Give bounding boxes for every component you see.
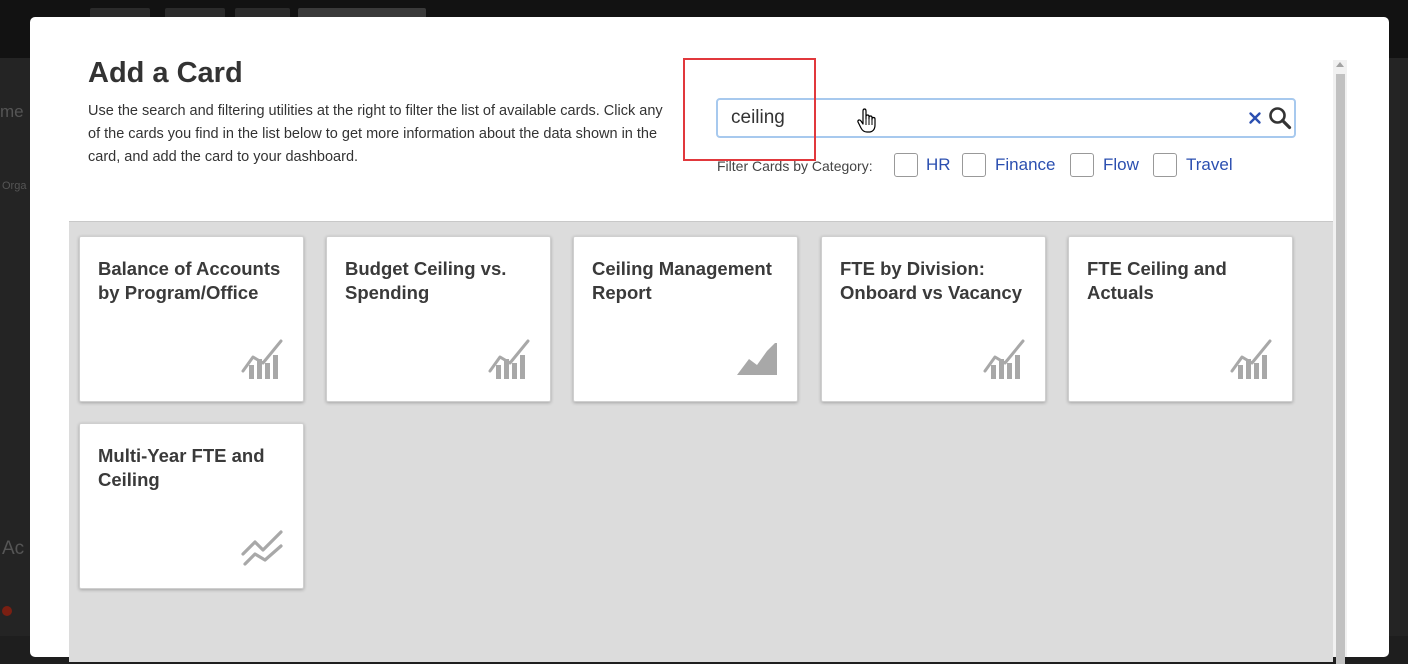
card-list: Balance of Accounts by Program/Office Bu…	[69, 221, 1333, 662]
card-title: Budget Ceiling vs. Spending	[345, 258, 507, 303]
filter-label: Filter Cards by Category:	[717, 158, 873, 174]
card-fte-by-division[interactable]: FTE by Division: Onboard vs Vacancy	[821, 236, 1046, 402]
multi-line-chart-icon	[241, 530, 283, 566]
filter-checkbox-flow[interactable]	[1070, 153, 1094, 177]
filter-checkbox-hr[interactable]	[894, 153, 918, 177]
hand-cursor-icon	[857, 108, 876, 133]
background-status-dot	[2, 606, 12, 616]
add-card-modal: Add a Card Use the search and filtering …	[30, 17, 1389, 664]
clear-search-icon[interactable]	[1248, 111, 1262, 125]
filter-label-flow[interactable]: Flow	[1103, 155, 1139, 175]
search-input[interactable]	[718, 100, 1251, 136]
bar-line-chart-icon	[241, 339, 283, 379]
bar-line-chart-icon	[983, 339, 1025, 379]
scrollbar-thumb[interactable]	[1336, 74, 1345, 664]
card-title: Multi-Year FTE and Ceiling	[98, 445, 265, 490]
search-box	[716, 98, 1296, 138]
modal-scrollbar[interactable]	[1333, 60, 1347, 664]
card-balance-of-accounts[interactable]: Balance of Accounts by Program/Office	[79, 236, 304, 402]
modal-title: Add a Card	[88, 57, 243, 89]
card-title: FTE Ceiling and Actuals	[1087, 258, 1227, 303]
filter-checkbox-finance[interactable]	[962, 153, 986, 177]
card-title: Ceiling Management Report	[592, 258, 772, 303]
filter-label-travel[interactable]: Travel	[1186, 155, 1233, 175]
scroll-up-arrow-icon[interactable]	[1336, 62, 1344, 67]
card-budget-ceiling-vs-spending[interactable]: Budget Ceiling vs. Spending	[326, 236, 551, 402]
card-ceiling-management-report[interactable]: Ceiling Management Report	[573, 236, 798, 402]
background-text: me	[0, 102, 24, 121]
filter-checkbox-travel[interactable]	[1153, 153, 1177, 177]
card-fte-ceiling-and-actuals[interactable]: FTE Ceiling and Actuals	[1068, 236, 1293, 402]
bar-line-chart-icon	[1230, 339, 1272, 379]
filter-label-finance[interactable]: Finance	[995, 155, 1055, 175]
bar-line-chart-icon	[488, 339, 530, 379]
modal-description: Use the search and filtering utilities a…	[88, 103, 663, 165]
search-icon[interactable]	[1268, 106, 1292, 130]
area-chart-icon	[737, 343, 777, 375]
background-text: Ac	[2, 538, 25, 559]
card-title: FTE by Division: Onboard vs Vacancy	[840, 258, 1023, 303]
filter-label-hr[interactable]: HR	[926, 155, 951, 175]
card-title: Balance of Accounts by Program/Office	[98, 258, 281, 303]
card-multi-year-fte-and-ceiling[interactable]: Multi-Year FTE and Ceiling	[79, 423, 304, 589]
background-text: Orga	[2, 180, 27, 192]
